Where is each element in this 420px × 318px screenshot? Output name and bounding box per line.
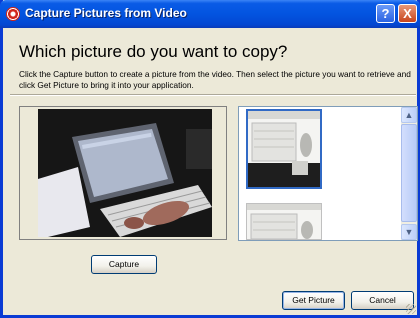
close-button[interactable]: X bbox=[398, 4, 417, 23]
thumbnail-scrollbar[interactable]: ▲ ▼ bbox=[401, 107, 417, 240]
capture-dialog: Capture Pictures from Video ? X Which pi… bbox=[0, 0, 420, 318]
thumbnail-item[interactable] bbox=[246, 109, 322, 189]
instructions-text: Click the Capture button to create a pic… bbox=[19, 69, 411, 90]
chevron-down-icon[interactable]: ▼ bbox=[401, 224, 417, 240]
video-preview-panel bbox=[19, 106, 227, 240]
capture-button[interactable]: Capture bbox=[91, 255, 157, 274]
get-picture-button[interactable]: Get Picture bbox=[282, 291, 345, 310]
thumbnail-item[interactable] bbox=[246, 203, 322, 240]
header-divider bbox=[10, 94, 416, 96]
dialog-heading: Which picture do you want to copy? bbox=[19, 42, 288, 61]
cancel-button[interactable]: Cancel bbox=[351, 291, 414, 310]
title-bar[interactable]: Capture Pictures from Video ? X bbox=[0, 0, 420, 28]
resize-grip[interactable] bbox=[406, 304, 416, 314]
help-button[interactable]: ? bbox=[376, 4, 395, 23]
captured-pictures-list[interactable]: ▲ ▼ bbox=[238, 106, 418, 241]
video-preview bbox=[38, 109, 212, 237]
window-title: Capture Pictures from Video bbox=[25, 6, 187, 20]
chevron-up-icon[interactable]: ▲ bbox=[401, 107, 417, 123]
scrollbar-thumb[interactable] bbox=[401, 124, 417, 222]
camera-icon bbox=[6, 7, 20, 21]
